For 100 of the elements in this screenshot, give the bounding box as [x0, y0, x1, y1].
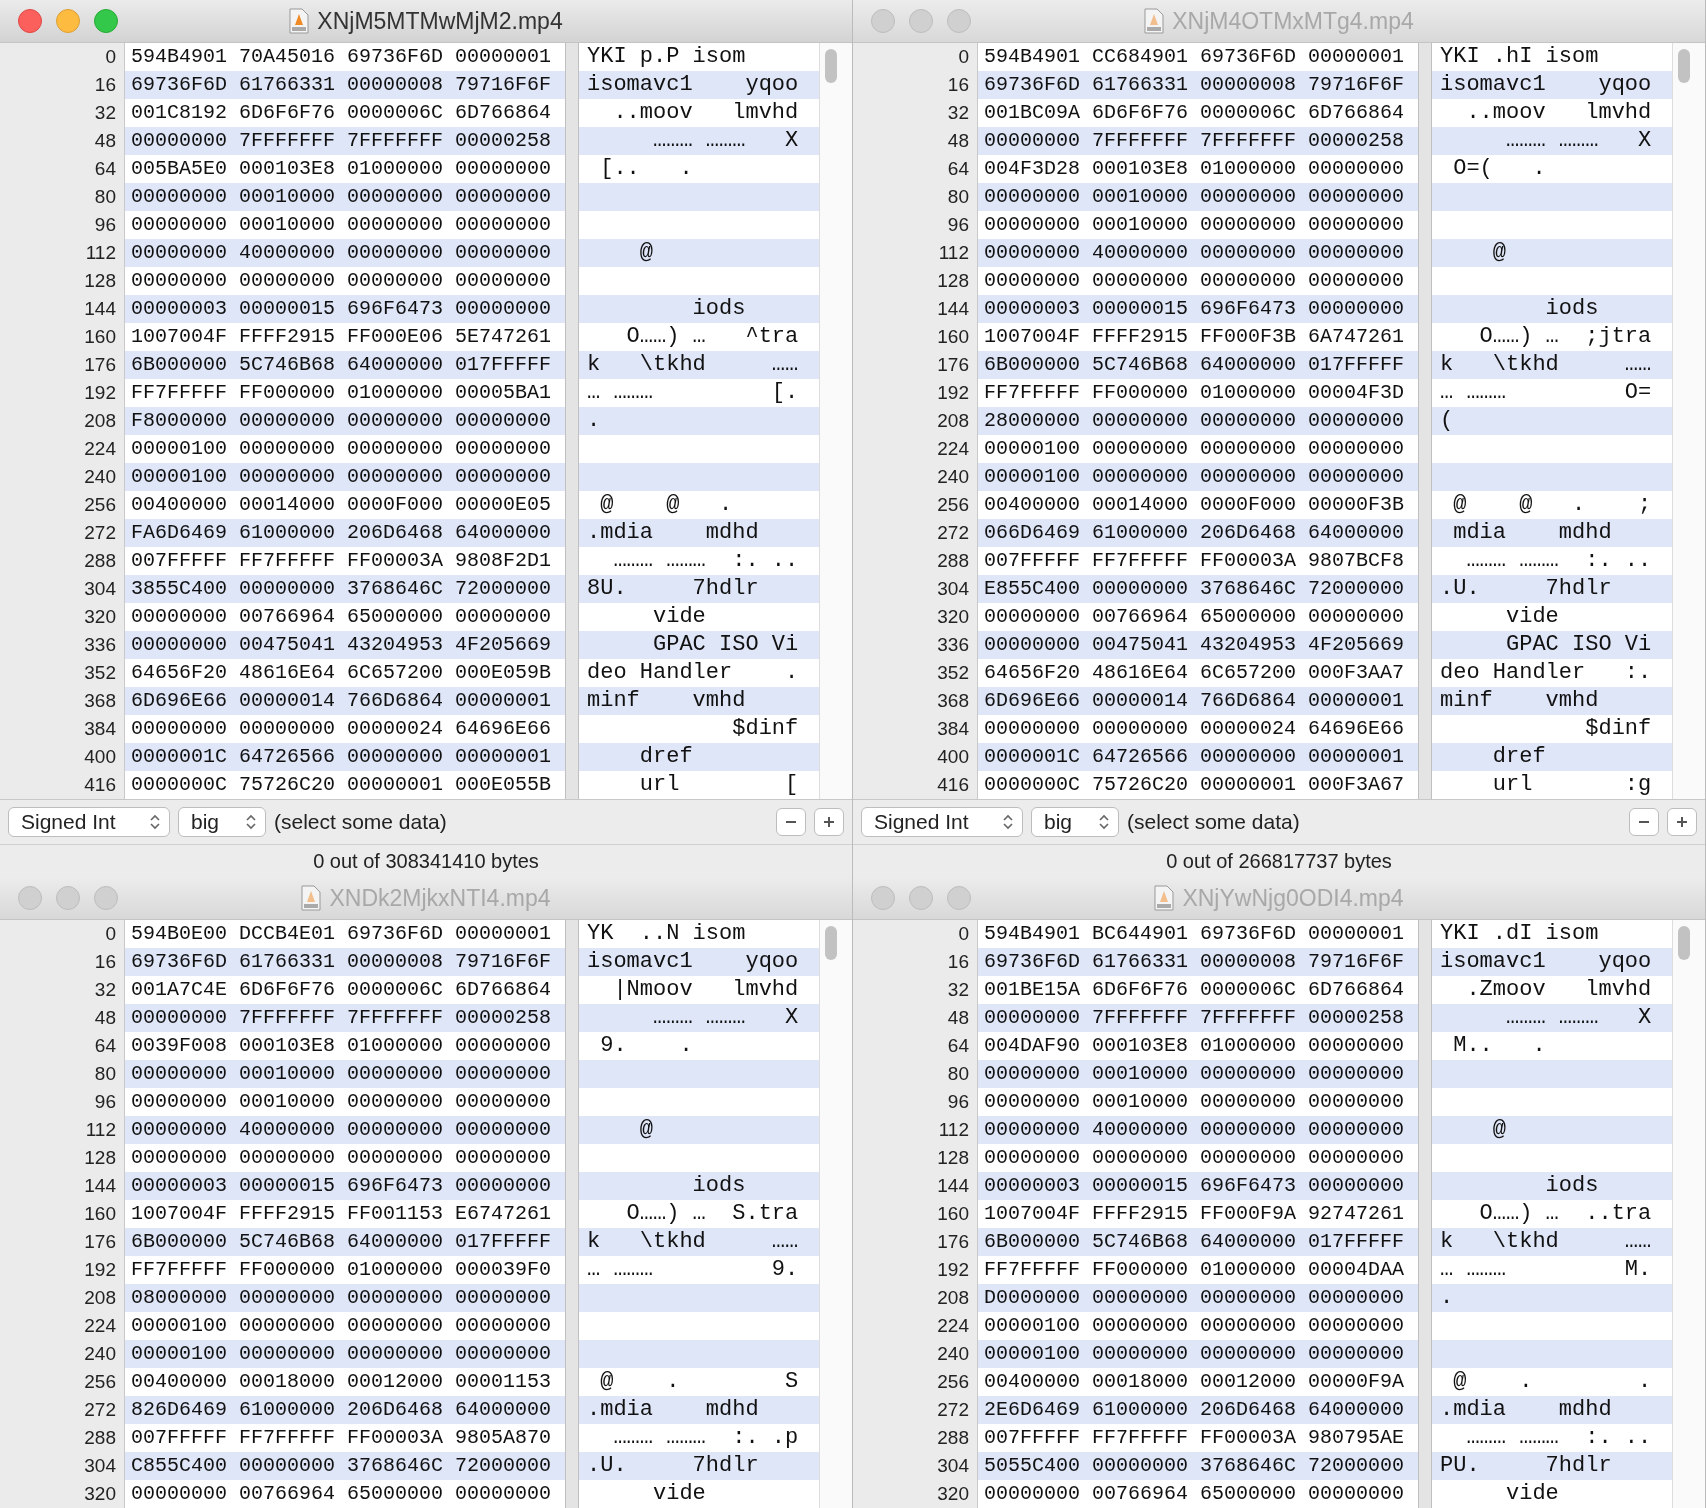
offset-label: 192	[936, 1258, 970, 1282]
selection-value: (select some data)	[274, 810, 447, 834]
ascii-text: deo Handler :.	[1439, 659, 1653, 687]
offset-label: 304	[936, 1454, 970, 1478]
ascii-text: .mdia mdhd	[1439, 1396, 1613, 1424]
offset-label: 64	[93, 1034, 117, 1058]
scrollbar-thumb[interactable]	[1678, 49, 1690, 83]
zoom-button[interactable]	[94, 886, 118, 910]
ascii-text: … ……… O=	[1439, 379, 1653, 407]
minimize-button[interactable]	[909, 886, 933, 910]
offset-label: 0	[104, 45, 117, 69]
hex-cell: 00000003 00000015 696F6473 00000000	[978, 1172, 1418, 1200]
hex-cell: D0000000 00000000 00000000 00000000	[978, 1284, 1418, 1312]
hex-cell: 00000003 00000015 696F6473 00000000	[978, 295, 1418, 323]
close-button[interactable]	[18, 886, 42, 910]
ascii-text: ……… ……… X	[652, 1004, 800, 1032]
ascii-text: @	[638, 1116, 654, 1144]
offset-label: 128	[83, 269, 117, 293]
ascii-text: O……) … ..tra	[1478, 1200, 1653, 1228]
offset-label: 48	[93, 129, 117, 153]
offset-label: 144	[83, 1174, 117, 1198]
hex-cell-text: 004F3D28 000103E8 01000000 00000000	[983, 156, 1406, 182]
ascii-text: O=( .	[1452, 155, 1547, 183]
minimize-button[interactable]	[56, 9, 80, 33]
hex-cell-text: FF7FFFFF FF000000 01000000 00005BA1	[130, 380, 553, 406]
hex-cell-text: 00000000 00000000 00000000 00000000	[983, 268, 1406, 294]
pane-splitter[interactable]	[565, 43, 579, 799]
minimize-button[interactable]	[56, 886, 80, 910]
ascii-text: … ……… 9.	[586, 1256, 800, 1284]
hex-cell-text: 64656F20 48616E64 6C657200 000F3AA7	[983, 660, 1406, 686]
pane-splitter[interactable]	[1418, 920, 1432, 1508]
hex-cell-text: 00000000 00010000 00000000 00000000	[983, 212, 1406, 238]
ascii-text: @ @ . ;	[1452, 491, 1653, 519]
remove-button[interactable]	[1629, 808, 1659, 836]
endian-popup[interactable]: big	[1031, 807, 1119, 837]
offset-label: 32	[93, 978, 117, 1002]
offset-label: 64	[93, 157, 117, 181]
zoom-button[interactable]	[94, 9, 118, 33]
ascii-text: .Zmoov lmvhd	[1465, 976, 1653, 1004]
endian-popup[interactable]: big	[178, 807, 266, 837]
offset-label: 208	[936, 1286, 970, 1310]
minimize-button[interactable]	[909, 9, 933, 33]
hex-cell-text: 00000000 00000000 00000024 64696E66	[130, 716, 553, 742]
scrollbar-thumb[interactable]	[825, 926, 837, 960]
scrollbar-thumb[interactable]	[1678, 926, 1690, 960]
hex-cell-text: 00000000 00000000 00000000 00000000	[130, 1145, 553, 1171]
ascii-text: isomavc1 yqoo	[586, 71, 800, 99]
offset-label: 416	[936, 773, 970, 797]
offset-label: 112	[937, 241, 970, 265]
add-button[interactable]	[814, 808, 844, 836]
offset-label: 176	[83, 1230, 117, 1254]
offset-label: 288	[936, 1426, 970, 1450]
pane-splitter[interactable]	[565, 920, 579, 1508]
chevron-updown-icon	[245, 813, 257, 831]
ascii-text: ……… ……… :. ..	[612, 547, 800, 575]
hex-cell-text: 0000000C 75726C20 00000001 000F3A67	[983, 772, 1406, 798]
offset-label: 400	[83, 745, 117, 769]
ascii-text: $dinf	[731, 715, 800, 743]
type-popup[interactable]: Signed Int	[8, 807, 170, 837]
hex-cell: 6D696E66 00000014 766D6864 00000001	[978, 687, 1418, 715]
offset-label: 224	[83, 437, 117, 461]
offset-label: 368	[83, 689, 117, 713]
offset-label: 352	[936, 661, 970, 685]
type-popup[interactable]: Signed Int	[861, 807, 1023, 837]
offset-label: 288	[83, 549, 117, 573]
hex-cell-text: 594B4901 BC644901 69736F6D 00000001	[983, 921, 1406, 947]
offset-label: 80	[946, 1062, 970, 1086]
offset-label: 16	[946, 950, 970, 974]
hex-cell-text: 594B4901 70A45016 69736F6D 00000001	[130, 44, 553, 70]
window-title: XNDk2MjkxNTI4.mp4	[329, 884, 551, 912]
zoom-button[interactable]	[947, 9, 971, 33]
close-button[interactable]	[18, 9, 42, 33]
ascii-text: O……) … S.tra	[625, 1200, 800, 1228]
offset-label: 304	[83, 577, 117, 601]
hex-cell: 08000000 00000000 00000000 00000000	[125, 1284, 565, 1312]
hex-cell: 6D696E66 00000014 766D6864 00000001	[125, 687, 565, 715]
hex-cell-text: 007FFFFF FF7FFFFF FF00003A 980795AE	[983, 1425, 1406, 1451]
hex-cell: 69736F6D 61766331 00000008 79716F6F	[978, 948, 1418, 976]
offset-label: 336	[936, 633, 970, 657]
ascii-text: iods	[691, 1172, 747, 1200]
ascii-text: dref	[1491, 743, 1547, 771]
scrollbar-thumb[interactable]	[825, 49, 837, 83]
offset-label: 144	[936, 297, 970, 321]
zoom-button[interactable]	[947, 886, 971, 910]
ascii-text: GPAC ISO Vi	[652, 631, 800, 659]
offset-label: 16	[946, 73, 970, 97]
offset-label: 256	[83, 493, 117, 517]
offset-label: 240	[936, 465, 970, 489]
hex-cell: 69736F6D 61766331 00000008 79716F6F	[978, 71, 1418, 99]
pane-splitter[interactable]	[1418, 43, 1432, 799]
hex-cell: F8000000 00000000 00000000 00000000	[125, 407, 565, 435]
offset-label: 160	[83, 1202, 117, 1226]
close-button[interactable]	[871, 886, 895, 910]
offset-label: 32	[946, 978, 970, 1002]
add-button[interactable]	[1667, 808, 1697, 836]
close-button[interactable]	[871, 9, 895, 33]
hex-cell-text: 00000000 00766964 65000000 00000000	[983, 1481, 1406, 1507]
chevron-updown-icon	[1098, 813, 1110, 831]
remove-button[interactable]	[776, 808, 806, 836]
offset-label: 288	[83, 1426, 117, 1450]
